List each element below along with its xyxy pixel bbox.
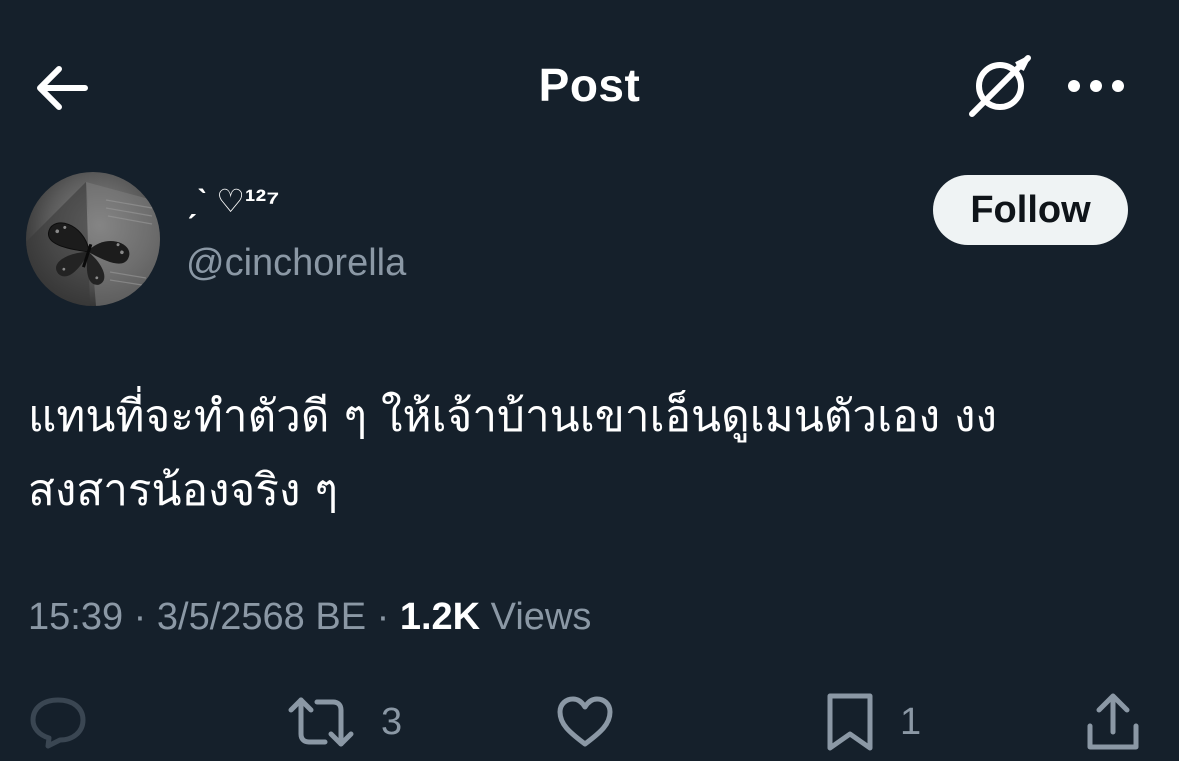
avatar-butterfly-image bbox=[26, 172, 160, 306]
bookmark-button[interactable]: 1 bbox=[826, 690, 921, 754]
post-date[interactable]: 3/5/2568 BE bbox=[157, 596, 366, 638]
separator-dot: · bbox=[376, 596, 400, 638]
repost-count: 3 bbox=[381, 700, 403, 743]
separator-dot: · bbox=[133, 596, 157, 638]
bookmark-icon bbox=[827, 693, 873, 751]
share-button[interactable] bbox=[1085, 690, 1141, 754]
post-text-line: แทนที่จะทำตัวดี ๆ ให้เจ้าบ้านเขาเอ็นดูเม… bbox=[28, 391, 998, 442]
reply-button[interactable] bbox=[28, 690, 88, 754]
author-handle[interactable]: @cinchorella bbox=[186, 242, 406, 285]
post-page: Post ˏˋ ♡¹²⁷ @cinchorella Follow แทนที่จ… bbox=[0, 0, 1179, 761]
post-text: แทนที่จะทำตัวดี ๆ ให้เจ้าบ้านเขาเอ็นดูเม… bbox=[28, 380, 1138, 528]
bookmark-count: 1 bbox=[900, 700, 922, 743]
more-options-button[interactable] bbox=[1058, 58, 1134, 114]
share-icon bbox=[1087, 693, 1139, 750]
avatar[interactable] bbox=[26, 172, 160, 306]
like-button[interactable] bbox=[556, 690, 614, 754]
repost-button[interactable]: 3 bbox=[287, 690, 402, 754]
grok-button[interactable] bbox=[962, 50, 1038, 122]
grok-icon bbox=[969, 55, 1031, 117]
post-text-line: สงสารน้องจริง ๆ bbox=[28, 465, 339, 516]
repost-icon bbox=[288, 697, 354, 747]
follow-button[interactable]: Follow bbox=[933, 175, 1128, 245]
views-label: Views bbox=[490, 596, 592, 638]
post-metadata: 15:39 · 3/5/2568 BE · 1.2K Views bbox=[28, 596, 591, 639]
reply-icon bbox=[30, 697, 86, 749]
top-bar: Post bbox=[0, 0, 1179, 170]
post-time[interactable]: 15:39 bbox=[28, 596, 123, 638]
more-horizontal-icon bbox=[1068, 80, 1124, 92]
heart-icon bbox=[557, 696, 613, 747]
views-count: 1.2K bbox=[399, 596, 481, 638]
author-display-name[interactable]: ˏˋ ♡¹²⁷ bbox=[186, 182, 279, 220]
